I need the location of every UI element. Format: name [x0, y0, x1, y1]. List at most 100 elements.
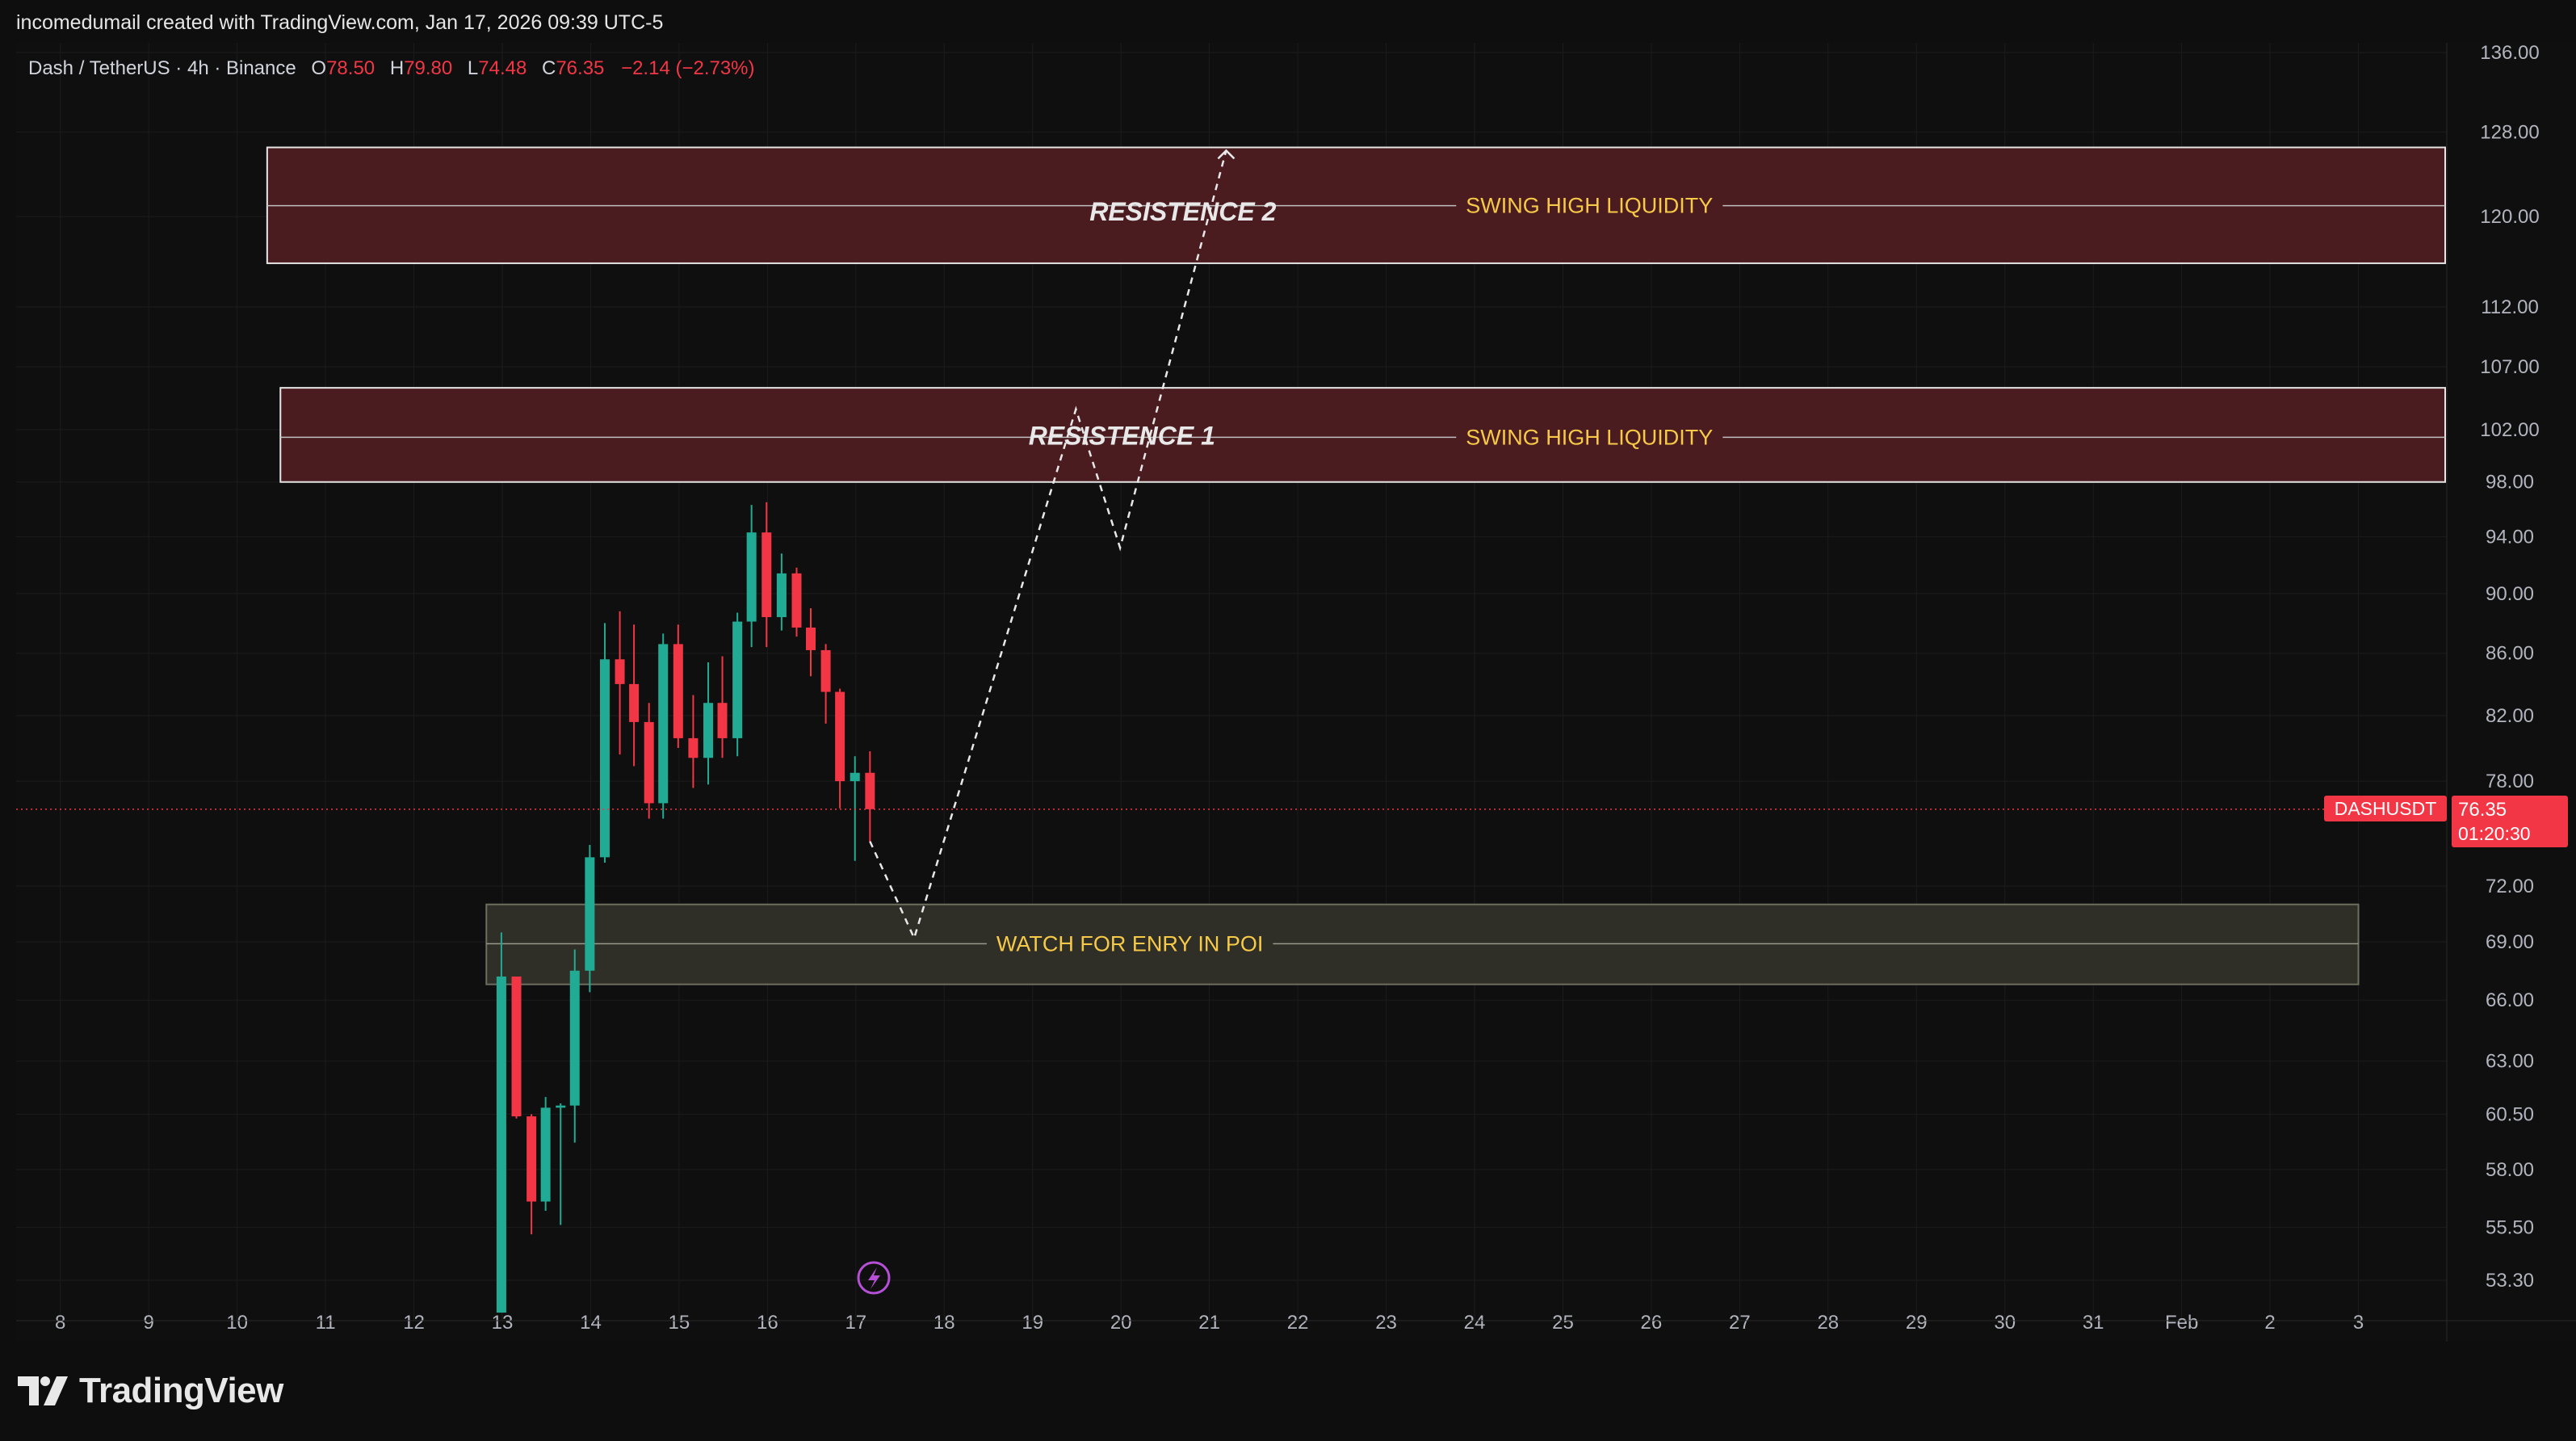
tradingview-wordmark: TradingView: [79, 1371, 283, 1410]
candle-body-up: [556, 1105, 566, 1108]
lightning-icon: [868, 1267, 880, 1289]
candle-body-down: [673, 644, 683, 738]
y-tick-label: 112.00: [2481, 296, 2539, 318]
candle-body-down: [644, 721, 654, 804]
zone-side-label: SWING HIGH LIQUIDITY: [1466, 425, 1713, 449]
x-tick-label: 24: [1464, 1312, 1486, 1334]
candle-body-down: [835, 691, 845, 782]
projection-dashed-path: [869, 150, 1227, 941]
price-tag: DASHUSDT 76.35 01:20:30: [2324, 796, 2568, 847]
x-tick-label: 8: [55, 1312, 65, 1334]
resistance-zone: [279, 387, 2447, 483]
y-tick-label: 55.50: [2486, 1216, 2534, 1238]
symbol-info: Dash / TetherUS · 4h · Binance: [28, 57, 296, 79]
x-tick-label: 26: [1641, 1312, 1663, 1334]
candle-body-up: [658, 644, 669, 804]
candle-body-up: [585, 857, 595, 971]
candle-body-down: [761, 532, 772, 618]
candle-body-up: [703, 703, 714, 758]
svg-text:Dash / TetherUS · 4h · Binance: Dash / TetherUS · 4h · Binance O78.50 H7…: [28, 57, 755, 79]
zone-side-label: SWING HIGH LIQUIDITY: [1466, 194, 1713, 218]
candle-body-down: [865, 772, 875, 809]
x-tick-label: 18: [933, 1312, 955, 1334]
y-tick-label: 58.00: [2486, 1159, 2534, 1181]
y-tick-label: 94.00: [2486, 526, 2534, 548]
y-tick-label: 60.50: [2486, 1103, 2534, 1125]
x-tick-label: 22: [1287, 1312, 1309, 1334]
candle-body-up: [496, 976, 506, 1313]
candle-body-up: [540, 1107, 551, 1202]
y-tick-label: 120.00: [2480, 206, 2539, 228]
low-value: 74.48: [478, 57, 527, 79]
x-tick-label: 25: [1552, 1312, 1574, 1334]
y-tick-label: 86.00: [2486, 643, 2534, 665]
candle-body-down: [629, 683, 640, 722]
x-tick-label: 30: [1994, 1312, 2016, 1334]
y-tick-label: 107.00: [2480, 356, 2539, 378]
x-tick-label: 19: [1022, 1312, 1043, 1334]
candle-body-down: [717, 703, 728, 738]
candle-body-up: [776, 573, 787, 618]
x-tick-label: 17: [845, 1312, 866, 1334]
x-tick-label: 9: [144, 1312, 154, 1334]
candle-body-down: [805, 627, 816, 650]
y-tick-label: 82.00: [2486, 705, 2534, 727]
y-tick-label: 128.00: [2480, 121, 2539, 143]
y-tick-label: 136.00: [2480, 43, 2539, 64]
tradingview-logo-icon: [18, 1376, 68, 1405]
open-label: O: [311, 57, 326, 79]
chart-panel[interactable]: SWING HIGH LIQUIDITY RESISTENCE 2 SWING HI…: [16, 43, 2576, 1342]
close-value: 76.35: [556, 57, 604, 79]
x-tick-label: Feb: [2165, 1312, 2198, 1334]
price-tag-countdown: 01:20:30: [2458, 823, 2531, 844]
change-value: −2.14 (−2.73%): [621, 57, 754, 79]
zone-title: RESISTENCE 2: [1089, 197, 1276, 226]
candle-body-up: [746, 532, 757, 622]
y-tick-label: 66.00: [2486, 989, 2534, 1011]
candle-body-up: [732, 621, 743, 738]
x-tick-label: 31: [2083, 1312, 2104, 1334]
projection-path: [869, 149, 1236, 941]
open-value: 78.50: [326, 57, 375, 79]
lightning-event-marker[interactable]: [857, 1261, 891, 1295]
candle-body-down: [791, 573, 802, 628]
chart-credit-line: incomedumail created with TradingView.co…: [16, 11, 664, 34]
x-tick-label: 29: [1906, 1312, 1928, 1334]
x-tick-label: 20: [1110, 1312, 1132, 1334]
y-tick-label: 72.00: [2486, 876, 2534, 897]
x-tick-label: 21: [1198, 1312, 1220, 1334]
x-tick-label: 16: [757, 1312, 778, 1334]
ticker-tag: DASHUSDT: [2335, 798, 2437, 819]
y-tick-label: 69.00: [2486, 931, 2534, 953]
low-label: L: [468, 57, 478, 79]
x-tick-label: 13: [492, 1312, 514, 1334]
x-tick-label: 14: [580, 1312, 602, 1334]
x-tick-label: 28: [1817, 1312, 1839, 1334]
x-tick-label: 11: [316, 1312, 336, 1334]
y-tick-label: 98.00: [2486, 472, 2534, 494]
candle-body-down: [511, 976, 522, 1117]
zone-title: RESISTENCE 1: [1029, 421, 1215, 450]
ohlc-legend: Dash / TetherUS · 4h · Binance O78.50 H7…: [28, 57, 755, 79]
x-tick-label: 3: [2353, 1312, 2364, 1334]
x-tick-label: 23: [1375, 1312, 1397, 1334]
high-label: H: [390, 57, 404, 79]
candle-body-down: [615, 659, 625, 684]
y-tick-label: 78.00: [2486, 771, 2534, 792]
candle-body-up: [569, 970, 580, 1106]
candle-body-down: [527, 1116, 537, 1202]
high-value: 79.80: [404, 57, 452, 79]
x-tick-label: 10: [226, 1312, 248, 1334]
y-tick-label: 53.30: [2486, 1270, 2534, 1292]
price-tag-value: 76.35: [2458, 799, 2507, 821]
candlestick-chart[interactable]: SWING HIGH LIQUIDITY RESISTENCE 2 SWING HI…: [16, 43, 2576, 1342]
x-tick-label: 2: [2264, 1312, 2275, 1334]
zone-side-label: WATCH FOR ENRY IN POI: [996, 931, 1264, 956]
x-tick-label: 12: [403, 1312, 425, 1334]
y-tick-label: 102.00: [2480, 419, 2539, 441]
x-tick-label: 15: [669, 1312, 690, 1334]
tradingview-logo[interactable]: TradingView: [18, 1368, 283, 1414]
x-tick-label: 27: [1729, 1312, 1751, 1334]
candle-body-down: [820, 649, 831, 692]
poi-zone: [485, 903, 2360, 985]
